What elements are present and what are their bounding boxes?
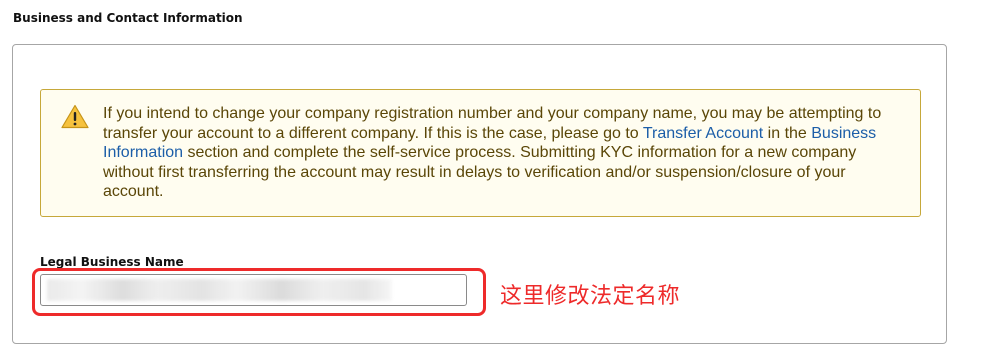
legal-business-name-label: Legal Business Name — [40, 255, 184, 269]
warning-alert: If you intend to change your company reg… — [40, 89, 921, 217]
alert-message: If you intend to change your company reg… — [103, 104, 893, 202]
alert-text-part3: section and complete the self-service pr… — [103, 144, 857, 200]
alert-text-part2: in the — [763, 124, 812, 142]
annotation-text: 这里修改法定名称 — [500, 284, 681, 309]
warning-icon — [61, 104, 89, 129]
transfer-account-link[interactable]: Transfer Account — [643, 125, 763, 142]
section-title: Business and Contact Information — [13, 11, 243, 25]
annotation-highlight-box — [32, 268, 486, 316]
